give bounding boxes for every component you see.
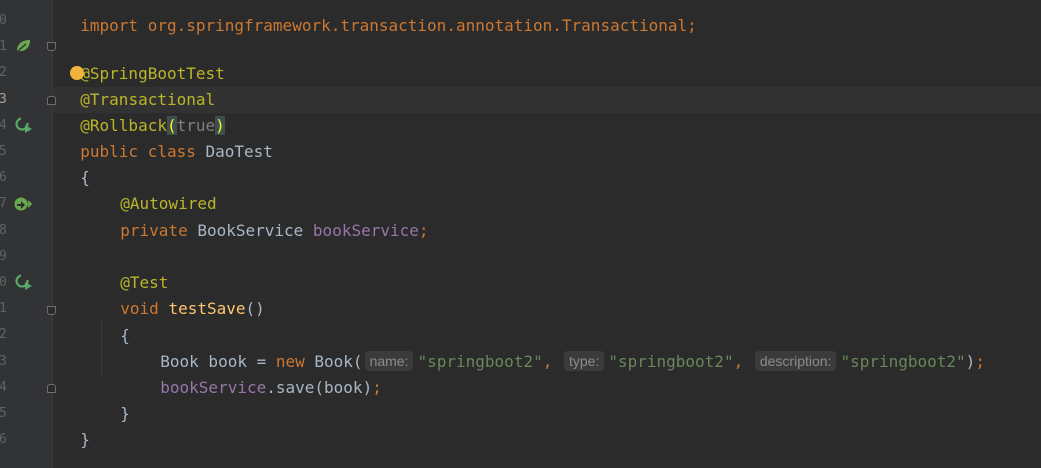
line-number[interactable]: 6 — [0, 427, 11, 453]
fold-marker-icon[interactable] — [47, 306, 56, 315]
fold-marker-icon[interactable] — [47, 42, 56, 51]
code-line-11[interactable]: { — [101, 297, 130, 345]
line-number[interactable]: 3 — [0, 87, 11, 113]
brace-open: { — [80, 168, 90, 187]
semicolon: ; — [975, 352, 985, 371]
method-call-save: .save(book) — [266, 378, 373, 397]
keyword-private: private — [120, 221, 198, 240]
line-number[interactable]: 3 — [0, 349, 11, 375]
code-line-13[interactable]: bookService.save(book); — [141, 349, 382, 397]
line-number[interactable]: 4 — [0, 375, 11, 401]
run-test-method-icon[interactable] — [15, 274, 33, 290]
line-number[interactable]: 7 — [0, 191, 11, 217]
line-number[interactable]: 2 — [0, 322, 11, 348]
code-line-9[interactable]: @Test — [101, 244, 168, 292]
field-bookservice-ref: bookService — [160, 378, 267, 397]
line-number[interactable]: 6 — [0, 165, 11, 191]
string-literal-description: "springboot2" — [840, 352, 966, 371]
semicolon: ; — [372, 378, 382, 397]
field-bookservice: bookService — [312, 221, 419, 240]
keyword-public-class: public class — [80, 142, 206, 161]
code-line-5[interactable]: { — [61, 139, 90, 187]
class-brace-close: } — [80, 430, 90, 449]
line-number[interactable]: 5 — [0, 401, 11, 427]
comma: , — [542, 352, 562, 371]
code-line-3[interactable]: @Rollback(true) — [61, 87, 225, 135]
intention-bulb-icon[interactable] — [70, 66, 84, 80]
line-number[interactable]: 0 — [0, 270, 11, 296]
run-test-class-icon[interactable] — [15, 117, 33, 133]
spring-bean-icon[interactable] — [15, 39, 31, 53]
code-line-14[interactable]: } — [101, 375, 130, 423]
code-line-15[interactable]: } — [61, 401, 90, 449]
string-literal-type: "springboot2" — [608, 352, 734, 371]
paren-close: ) — [965, 352, 976, 371]
line-number[interactable]: 5 — [0, 139, 11, 165]
string-literal-name: "springboot2" — [417, 352, 543, 371]
semicolon: ; — [418, 221, 429, 240]
code-line-7[interactable]: private BookService bookService; — [101, 192, 428, 240]
line-number[interactable]: 9 — [0, 244, 11, 270]
code-line-4[interactable]: public class DaoTest — [61, 113, 273, 161]
autowired-bean-icon[interactable] — [14, 196, 32, 212]
import-line[interactable]: import org.springframework.transaction.a… — [61, 0, 697, 35]
code-line-1[interactable]: @SpringBootTest — [61, 35, 225, 83]
method-brace-close: } — [120, 404, 130, 423]
code-line-10[interactable]: void testSave() — [101, 270, 265, 318]
method-brace-open: { — [120, 326, 130, 345]
code-line-12[interactable]: Book book = new Book(name: "springboot2",… — [141, 323, 985, 371]
param-hint-type: type: — [563, 351, 605, 371]
line-number[interactable]: 0 — [0, 8, 11, 34]
method-parens: () — [245, 299, 265, 318]
line-number[interactable]: 1 — [0, 34, 11, 60]
code-line-6[interactable]: @Autowired — [101, 165, 216, 213]
method-testsave: testSave — [168, 299, 246, 318]
type-bookservice: BookService — [197, 221, 313, 240]
line-number[interactable]: 8 — [0, 218, 11, 244]
fold-marker-icon[interactable] — [47, 96, 56, 105]
comma: , — [733, 352, 753, 371]
line-number[interactable]: 4 — [0, 113, 11, 139]
param-hint-description: description: — [754, 351, 837, 371]
class-name: DaoTest — [205, 142, 273, 161]
line-number[interactable]: 1 — [0, 296, 11, 322]
line-number[interactable]: 2 — [0, 60, 11, 86]
import-statement: import org.springframework.transaction.a… — [80, 16, 697, 35]
fold-marker-icon[interactable] — [47, 384, 56, 393]
code-line-2[interactable]: @Transactional — [61, 61, 215, 109]
